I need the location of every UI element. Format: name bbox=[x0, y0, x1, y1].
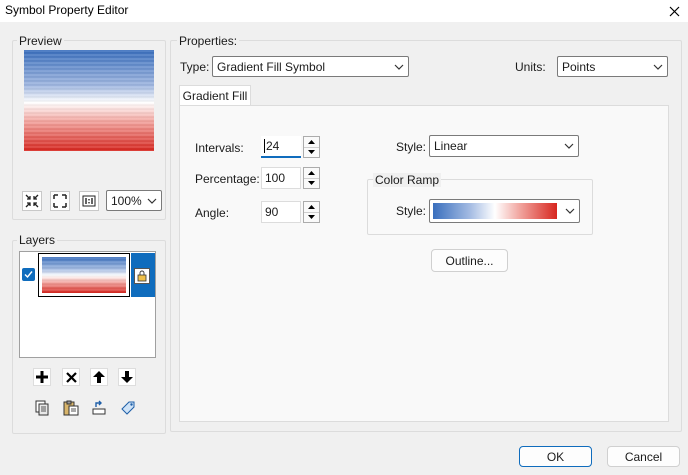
remove-layer-button[interactable] bbox=[62, 368, 80, 386]
angle-input[interactable]: 90 bbox=[261, 201, 301, 223]
zoom-select[interactable]: 100% bbox=[106, 190, 162, 211]
units-select[interactable]: Points bbox=[557, 56, 668, 77]
intervals-input[interactable]: 24 bbox=[261, 136, 301, 158]
chevron-down-icon bbox=[394, 64, 404, 70]
copy-icon bbox=[35, 400, 49, 416]
units-value: Points bbox=[562, 59, 596, 74]
color-ramp-swatch bbox=[433, 203, 557, 219]
ramp-style-label: Style: bbox=[396, 204, 427, 218]
type-value: Gradient Fill Symbol bbox=[217, 59, 326, 74]
paste-icon bbox=[63, 400, 79, 416]
tab-label: Gradient Fill bbox=[182, 89, 248, 103]
intervals-value: 24 bbox=[264, 139, 280, 153]
style-select[interactable]: Linear bbox=[429, 135, 579, 157]
actual-size-button[interactable] bbox=[79, 191, 99, 211]
lock-icon bbox=[137, 270, 147, 282]
move-layer-up-button[interactable] bbox=[90, 368, 108, 386]
plus-icon bbox=[36, 371, 48, 383]
percentage-input[interactable]: 100 bbox=[261, 167, 301, 189]
percentage-value: 100 bbox=[265, 171, 286, 185]
intervals-label: Intervals: bbox=[195, 141, 244, 155]
move-layer-down-button[interactable] bbox=[118, 368, 136, 386]
type-label: Type: bbox=[180, 60, 210, 74]
chevron-down-icon bbox=[564, 143, 574, 149]
arrow-up-icon bbox=[93, 371, 105, 383]
color-ramp-label: Color Ramp bbox=[373, 173, 442, 187]
angle-label: Angle: bbox=[195, 206, 230, 220]
arrow-down-icon bbox=[121, 371, 133, 383]
checkmark-icon bbox=[24, 271, 33, 279]
tab-gradient-fill[interactable]: Gradient Fill bbox=[179, 85, 251, 106]
spin-down-icon[interactable] bbox=[304, 211, 319, 223]
units-label: Units: bbox=[515, 60, 546, 74]
tag-icon bbox=[121, 401, 135, 415]
undo-icon bbox=[92, 400, 106, 415]
ok-button[interactable]: OK bbox=[519, 446, 592, 467]
properties-label: Properties: bbox=[177, 34, 240, 48]
actual-size-icon bbox=[82, 195, 96, 207]
style-value: Linear bbox=[434, 139, 468, 153]
cancel-button[interactable]: Cancel bbox=[607, 446, 680, 467]
spin-up-icon[interactable] bbox=[304, 202, 319, 212]
delete-icon bbox=[65, 371, 77, 383]
angle-value: 90 bbox=[265, 205, 279, 219]
angle-spinner[interactable] bbox=[303, 201, 320, 223]
chevron-down-icon bbox=[147, 198, 157, 204]
copy-layer-button[interactable] bbox=[32, 398, 52, 418]
close-button[interactable] bbox=[660, 0, 688, 22]
color-ramp-select[interactable] bbox=[429, 199, 580, 223]
layers-label: Layers bbox=[17, 233, 58, 247]
layer-checkbox[interactable] bbox=[22, 268, 35, 281]
expand-button[interactable] bbox=[50, 191, 70, 211]
layer-item[interactable] bbox=[38, 253, 130, 297]
add-layer-button[interactable] bbox=[33, 368, 51, 386]
spin-down-icon[interactable] bbox=[304, 177, 319, 189]
shrink-icon bbox=[25, 194, 39, 208]
zoom-value: 100% bbox=[111, 193, 142, 208]
chevron-down-icon bbox=[565, 208, 575, 214]
percentage-label: Percentage: bbox=[195, 172, 260, 186]
shrink-button[interactable] bbox=[22, 191, 42, 211]
spin-up-icon[interactable] bbox=[304, 137, 319, 147]
outline-label: Outline... bbox=[445, 253, 494, 268]
expand-icon bbox=[53, 194, 67, 208]
style-label: Style: bbox=[396, 140, 427, 154]
close-icon bbox=[669, 6, 679, 16]
spin-down-icon[interactable] bbox=[304, 146, 319, 158]
reset-layer-button[interactable] bbox=[89, 398, 109, 418]
preview-label: Preview bbox=[17, 34, 64, 48]
tag-layer-button[interactable] bbox=[118, 398, 138, 418]
preview-swatch bbox=[24, 50, 154, 151]
outline-button[interactable]: Outline... bbox=[431, 249, 508, 272]
paste-layer-button[interactable] bbox=[61, 398, 81, 418]
window-title: Symbol Property Editor bbox=[5, 3, 129, 17]
ok-label: OK bbox=[546, 449, 565, 464]
percentage-spinner[interactable] bbox=[303, 167, 320, 189]
layer-swatch bbox=[42, 257, 126, 293]
cancel-label: Cancel bbox=[624, 449, 663, 464]
chevron-down-icon bbox=[653, 64, 663, 70]
type-select[interactable]: Gradient Fill Symbol bbox=[212, 56, 409, 77]
intervals-spinner[interactable] bbox=[303, 136, 320, 158]
layer-lock-button[interactable] bbox=[134, 268, 150, 284]
spin-up-icon[interactable] bbox=[304, 168, 319, 178]
